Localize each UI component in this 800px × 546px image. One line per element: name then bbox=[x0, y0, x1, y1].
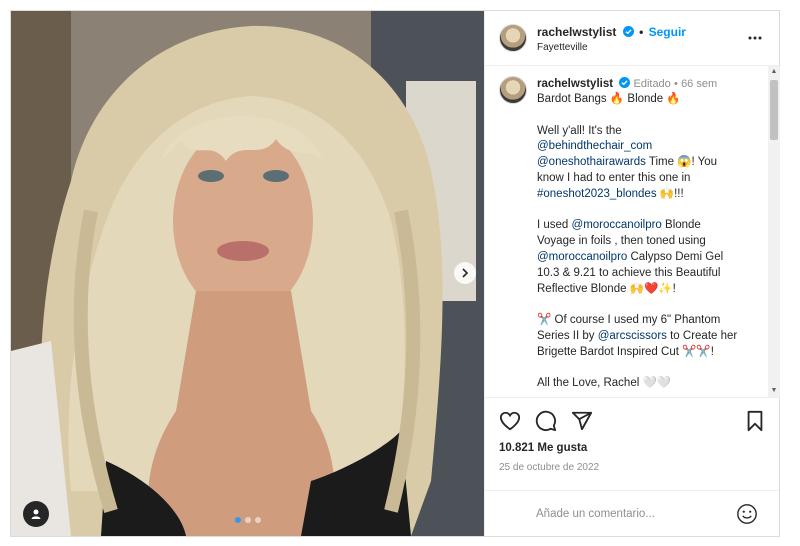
carousel-indicator bbox=[235, 517, 261, 523]
share-button[interactable] bbox=[571, 410, 593, 437]
caption-text-span: to Create her bbox=[666, 329, 738, 342]
user-tag-icon bbox=[31, 509, 41, 519]
caption-line: Voyage in foils , then toned using bbox=[537, 234, 759, 250]
caption-line bbox=[537, 297, 759, 313]
caption-text-span: Bardot Bangs 🔥 Blonde 🔥 bbox=[537, 93, 681, 105]
caption-link[interactable]: #oneshot2023_blondes bbox=[537, 188, 657, 200]
caption-line: 10.3 & 9.21 to achieve this Beautiful bbox=[537, 266, 759, 282]
author-avatar[interactable] bbox=[499, 24, 527, 52]
next-photo-button[interactable] bbox=[454, 262, 476, 284]
caption-line: Bardot Bangs 🔥 Blonde 🔥 bbox=[537, 92, 759, 108]
caption-author-avatar[interactable] bbox=[499, 76, 527, 104]
caption-link[interactable]: @behindthechair_com bbox=[537, 140, 652, 152]
caption-line: #oneshot2023_blondes 🙌!!! bbox=[537, 187, 759, 203]
chevron-right-icon bbox=[462, 268, 469, 278]
save-button[interactable] bbox=[744, 410, 766, 437]
follow-button[interactable]: Seguir bbox=[649, 25, 686, 39]
post-header: rachelwstylist • Seguir Fayetteville bbox=[485, 11, 779, 66]
caption-text-span: Brigette Bardot Inspired Cut ✂️✂️! bbox=[537, 345, 714, 358]
comment-form bbox=[484, 490, 779, 536]
caption-line: All the Love, Rachel 🤍🤍 bbox=[537, 376, 759, 392]
caption-line bbox=[537, 203, 759, 219]
tagged-users-button[interactable] bbox=[23, 501, 49, 527]
carousel-dot-3 bbox=[255, 517, 261, 523]
caption-line: Well y'all! It's the bbox=[537, 124, 759, 140]
scroll-up-arrow-icon[interactable]: ▲ bbox=[770, 68, 778, 76]
comment-input[interactable] bbox=[536, 504, 726, 524]
caption-scrollbar[interactable]: ▲ ▼ bbox=[768, 66, 780, 397]
caption-line: I used @moroccanoilpro Blonde bbox=[537, 218, 759, 234]
caption-text-span: I used bbox=[537, 219, 572, 232]
caption-header: rachelwstylist Editado • 66 sem bbox=[537, 77, 717, 90]
like-button[interactable] bbox=[499, 410, 521, 437]
verified-badge-icon bbox=[622, 26, 634, 37]
caption-text-span bbox=[537, 298, 540, 310]
like-count[interactable]: 10.821 Me gusta bbox=[499, 442, 587, 454]
caption-edited: Editado bbox=[633, 78, 671, 90]
caption-line: Reflective Blonde 🙌❤️✨! bbox=[537, 282, 759, 298]
caption-text-span: Series II by bbox=[537, 329, 598, 342]
caption-text-span: Time 😱! You bbox=[645, 156, 718, 169]
caption-text-span bbox=[537, 362, 540, 374]
caption-text-span bbox=[537, 204, 540, 216]
caption-line: ✂️ Of course I used my 6" Phantom bbox=[537, 313, 759, 329]
post-date: 25 de octubre de 2022 bbox=[499, 462, 600, 473]
photo-illustration bbox=[11, 11, 484, 536]
caption-line: @oneshothairawards Time 😱! You bbox=[537, 155, 759, 171]
caption-age: 66 sem bbox=[681, 78, 718, 90]
caption-text-span: Calypso Demi Gel bbox=[627, 250, 724, 263]
caption-line: @moroccanoilpro Calypso Demi Gel bbox=[537, 250, 759, 266]
caption-text-span bbox=[537, 109, 540, 121]
caption-text-span: All the Love, Rachel 🤍🤍 bbox=[537, 377, 672, 390]
verified-badge-icon bbox=[619, 77, 631, 88]
carousel-dot-2 bbox=[245, 517, 251, 523]
scroll-down-arrow-icon[interactable]: ▼ bbox=[770, 387, 778, 395]
scrollbar-thumb[interactable] bbox=[770, 80, 778, 140]
caption-text-span: Reflective Blonde 🙌❤️✨! bbox=[537, 282, 676, 295]
post-location[interactable]: Fayetteville bbox=[537, 42, 588, 53]
action-icons bbox=[499, 410, 593, 437]
caption-username[interactable]: rachelwstylist bbox=[537, 78, 613, 90]
caption-line: Series II by @arcscissors to Create her bbox=[537, 329, 759, 345]
caption-text: Bardot Bangs 🔥 Blonde 🔥 Well y'all! It's… bbox=[537, 92, 759, 392]
emoji-icon bbox=[737, 504, 757, 524]
caption-separator: • bbox=[674, 78, 678, 90]
comment-button[interactable] bbox=[535, 410, 557, 437]
caption-link[interactable]: @moroccanoilpro bbox=[537, 251, 627, 263]
caption-link[interactable]: @moroccanoilpro bbox=[572, 219, 662, 231]
caption-area: rachelwstylist Editado • 66 sem Bardot B… bbox=[485, 66, 780, 397]
caption-text-span: Blonde bbox=[661, 219, 701, 232]
post-modal: rachelwstylist • Seguir Fayetteville rac… bbox=[10, 10, 780, 537]
bookmark-icon bbox=[747, 410, 763, 432]
heart-icon bbox=[499, 411, 521, 431]
post-side-panel: rachelwstylist • Seguir Fayetteville rac… bbox=[484, 11, 780, 536]
caption-link[interactable]: @oneshothairawards bbox=[537, 156, 646, 168]
comment-icon bbox=[535, 410, 557, 432]
caption-text-span: 🙌!!! bbox=[656, 187, 684, 200]
more-options-button[interactable] bbox=[747, 30, 763, 51]
more-options-icon bbox=[748, 36, 762, 40]
carousel-dot-1 bbox=[235, 517, 241, 523]
author-username[interactable]: rachelwstylist bbox=[537, 25, 616, 39]
separator-dot: • bbox=[639, 25, 644, 39]
author-header-line: rachelwstylist • Seguir bbox=[537, 25, 686, 39]
caption-line: know I had to enter this one in bbox=[537, 171, 759, 187]
caption-line bbox=[537, 361, 759, 377]
post-photo[interactable] bbox=[11, 11, 484, 536]
caption-line: Brigette Bardot Inspired Cut ✂️✂️! bbox=[537, 345, 759, 361]
caption-link[interactable]: @arcscissors bbox=[598, 330, 667, 342]
emoji-picker-button[interactable] bbox=[736, 503, 758, 530]
caption-line: @behindthechair_com bbox=[537, 139, 759, 155]
caption-text-span: Well y'all! It's the bbox=[537, 124, 622, 137]
share-icon bbox=[571, 411, 593, 431]
caption-text-span: Voyage in foils , then toned using bbox=[537, 235, 706, 248]
caption-line bbox=[537, 108, 759, 124]
caption-text-span: know I had to enter this one in bbox=[537, 171, 691, 184]
caption-text-span: 10.3 & 9.21 to achieve this Beautiful bbox=[537, 266, 721, 279]
caption-text-span: ✂️ Of course I used my 6" Phantom bbox=[537, 314, 721, 327]
